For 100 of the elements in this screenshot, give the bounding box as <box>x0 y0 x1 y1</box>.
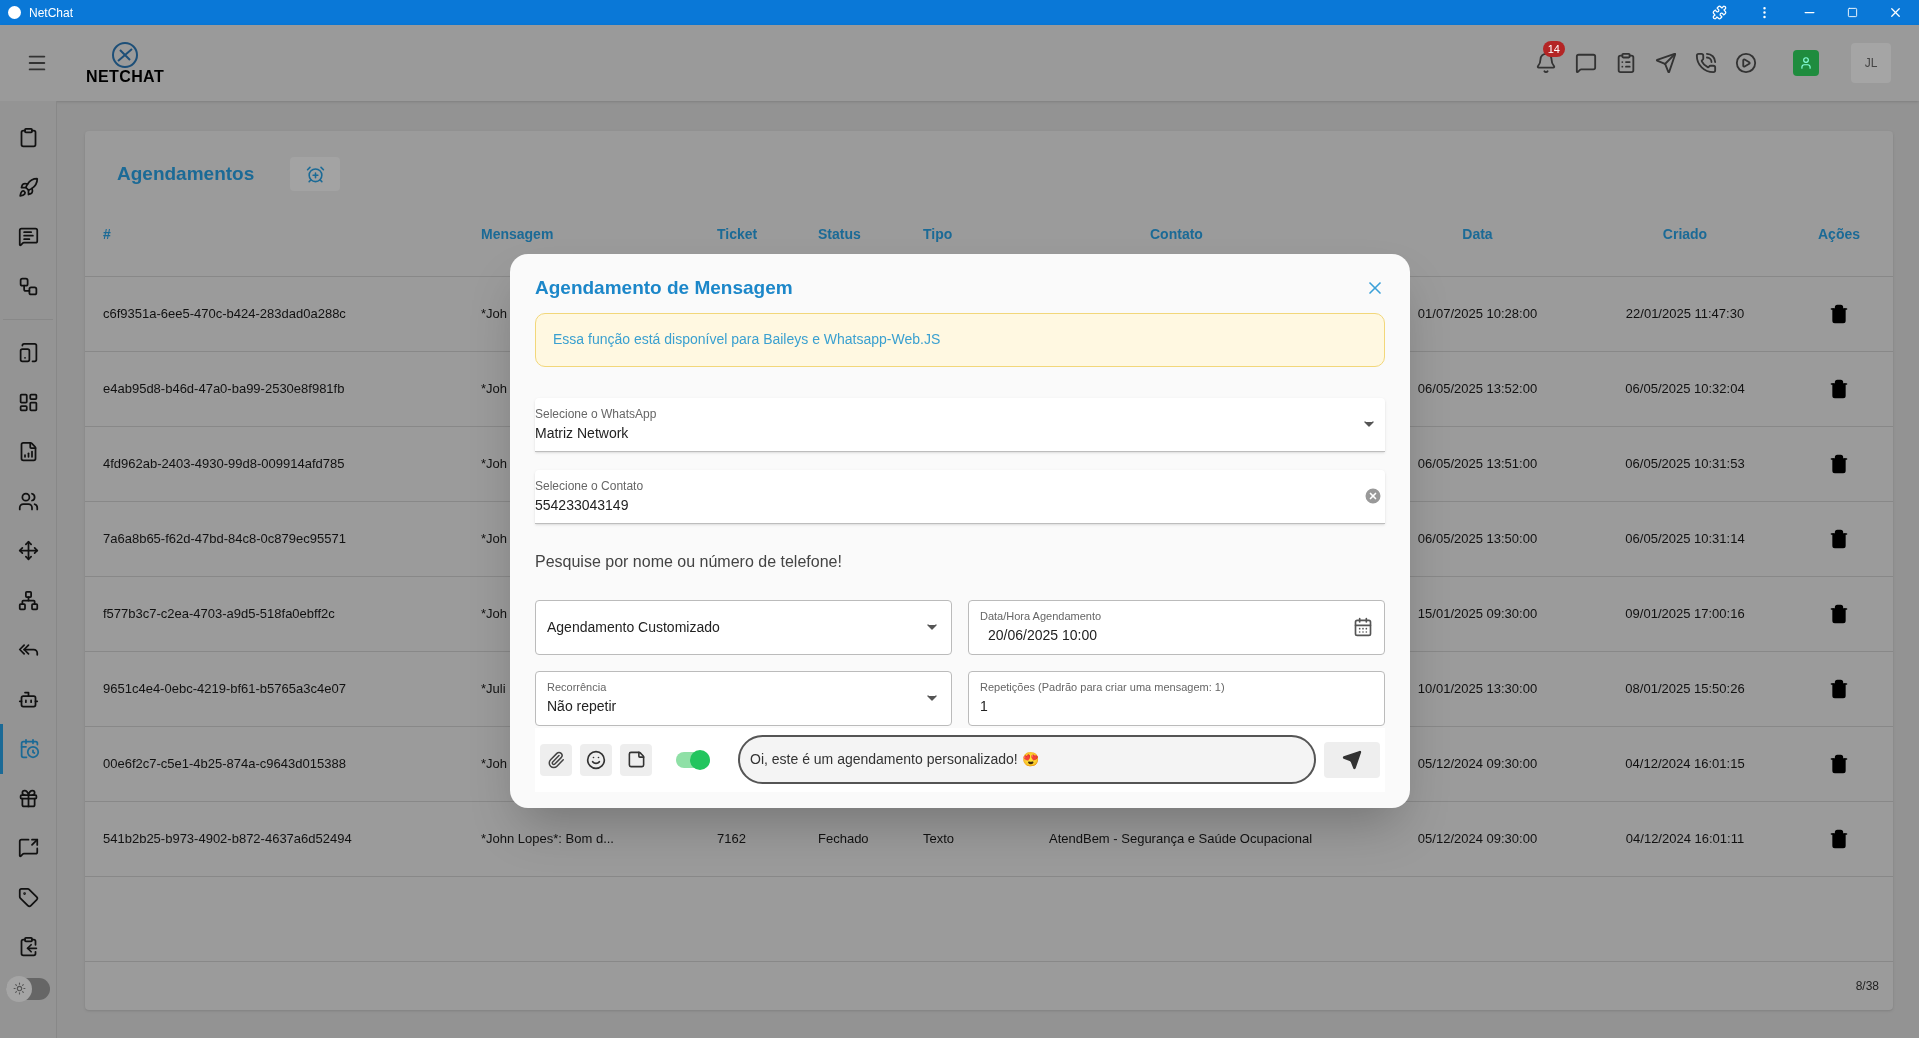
maximize-icon[interactable] <box>1847 7 1858 18</box>
table-cell-text: *Juli <box>481 680 506 699</box>
table-cell-text: 09/01/2025 17:00:16 <box>1625 605 1745 624</box>
note-icon <box>626 750 646 769</box>
delete-icon[interactable] <box>1829 604 1849 624</box>
table-cell-text: 06/05/2025 10:32:04 <box>1625 380 1745 399</box>
column-header: Status <box>818 225 862 244</box>
send-icon[interactable] <box>1655 52 1677 74</box>
column-header: Contato <box>1149 225 1204 244</box>
column-header: Criado <box>1662 225 1708 244</box>
column-header: Tipo <box>923 225 954 244</box>
column-header: Ticket <box>717 225 759 244</box>
bell-icon[interactable] <box>1535 52 1557 74</box>
field-value: Matriz Network <box>535 423 630 443</box>
users-icon <box>17 490 39 512</box>
calendar-icon[interactable] <box>1353 617 1373 637</box>
delete-icon[interactable] <box>1829 454 1849 474</box>
table-cell-text: c6f9351a-6ee5-470c-b424-283dad0a288c <box>103 305 347 324</box>
field-label: Recorrência <box>547 680 608 696</box>
field-label: Selecione o Contato <box>535 477 644 495</box>
field-label: Data/Hora Agendamento <box>980 609 1102 625</box>
attach-button[interactable] <box>540 743 572 776</box>
phone-icon <box>17 342 39 364</box>
table-cell-text: *John Lopes*: Bom d... <box>481 830 614 849</box>
status-button[interactable] <box>1793 50 1819 76</box>
calendar-clock-icon <box>19 738 40 760</box>
send-icon <box>1342 749 1362 770</box>
table-cell-text: *Joh <box>481 605 508 624</box>
field-value: 554233043149 <box>535 495 630 515</box>
schedule-type-select[interactable]: Agendamento Customizado <box>535 599 952 655</box>
network-icon <box>17 589 39 611</box>
datetime-field[interactable]: Data/Hora Agendamento 20/06/2025 10:00 <box>968 599 1385 655</box>
paperclip-icon <box>547 750 565 769</box>
table-cell-text: *Joh <box>481 455 508 474</box>
select-field[interactable]: Selecione o WhatsApp Matriz Network <box>535 397 1385 452</box>
window-title: NetChat <box>29 4 74 22</box>
column-header: Data <box>1462 225 1493 244</box>
gift-icon <box>17 787 39 809</box>
table-cell-text: 00e6f2c7-c5e1-4b25-874a-c9643d015388 <box>103 755 347 774</box>
table-cell-text: f577b3c7-c2ea-4703-a9d5-518fa0ebff2c <box>103 605 336 624</box>
emoji-button[interactable] <box>580 743 612 776</box>
table-cell-text: 7162 <box>717 830 747 849</box>
hint-text: Pesquise por nome ou número de telefone! <box>535 551 843 572</box>
clear-icon[interactable] <box>1363 486 1383 506</box>
logo-text: NETCHAT <box>86 69 165 85</box>
delete-icon[interactable] <box>1829 529 1849 549</box>
delete-icon[interactable] <box>1829 754 1849 774</box>
table-cell-text: 10/01/2025 13:30:00 <box>1417 680 1538 699</box>
table-cell-text: 01/07/2025 10:28:00 <box>1417 305 1538 324</box>
theme-toggle[interactable] <box>6 977 50 1000</box>
logo-icon <box>111 41 140 69</box>
chat-icon[interactable] <box>1575 52 1597 74</box>
toggle-switch[interactable] <box>676 751 710 768</box>
table-cell-text: AtendBem - Segurança e Saúde Ocupacional <box>1049 830 1313 849</box>
dashboard-icon <box>17 391 39 413</box>
notification-badge: 14 <box>1542 41 1565 57</box>
repetitions-field[interactable]: Repetições (Padrão para criar uma mensagem: 1) 1 <box>968 670 1385 726</box>
table-cell-text: 7a6a8b65-f62d-47bd-84c8-0c879ec95571 <box>103 530 347 549</box>
delete-icon[interactable] <box>1829 679 1849 699</box>
table-cell-text: 06/05/2025 10:31:53 <box>1625 455 1745 474</box>
table-cell-text: 9651c4e4-0ebc-4219-bf61-b5765a3c4e07 <box>103 680 347 699</box>
page-title: Agendamentos <box>117 161 255 186</box>
arrows-icon <box>17 540 39 562</box>
table-cell-text: 22/01/2025 11:47:30 <box>1625 305 1745 324</box>
table-cell-text: *Joh <box>481 380 508 399</box>
table-cell-text: 15/01/2025 09:30:00 <box>1417 605 1538 624</box>
delete-icon[interactable] <box>1829 304 1849 324</box>
send-button[interactable] <box>1324 741 1380 778</box>
notice-banner: Essa função está disponível para Baileys e Whatsapp-Web.JS <box>535 312 1385 367</box>
chat-icon <box>17 226 39 248</box>
column-header: # <box>103 225 112 244</box>
extension-icon[interactable] <box>1712 5 1727 20</box>
user-icon <box>1799 56 1813 70</box>
close-icon[interactable] <box>1888 5 1903 20</box>
field-label: Selecione o WhatsApp <box>535 405 657 423</box>
sticker-button[interactable] <box>620 743 652 776</box>
play-icon[interactable] <box>1735 52 1757 74</box>
tag-icon <box>17 886 39 908</box>
table-cell-text: 541b2b25-b973-4902-b872-4637a6d52494 <box>103 830 353 849</box>
clipboard-icon[interactable] <box>1615 52 1637 74</box>
table-cell-text: *Joh <box>481 755 508 774</box>
app-icon <box>8 6 21 19</box>
chat-arrow-icon <box>17 837 39 859</box>
table-cell-text: 4fd962ab-2403-4930-99d8-009914afd785 <box>103 455 346 474</box>
recurrence-select[interactable]: Recorrência Não repetir <box>535 670 952 726</box>
phone-icon[interactable] <box>1695 52 1717 74</box>
delete-icon[interactable] <box>1829 379 1849 399</box>
message-field[interactable]: Oi, este é um agendamento personalizado! 😍 <box>738 735 1316 784</box>
table-cell-text: 04/12/2024 16:01:11 <box>1625 830 1745 849</box>
table-cell-text: Fechado <box>818 830 870 849</box>
table-cell-text: 08/01/2025 15:50:26 <box>1625 680 1745 699</box>
table-cell-text: *Joh <box>481 530 508 549</box>
delete-icon[interactable] <box>1829 829 1849 849</box>
field-value: 20/06/2025 10:00 <box>987 625 1098 645</box>
avatar[interactable]: JL <box>1851 43 1891 83</box>
field-label: Repetições (Padrão para criar uma mensagem: 1) <box>980 680 1226 696</box>
select-field[interactable]: Selecione o Contato 554233043149 <box>535 469 1385 524</box>
table-cell-text: 06/05/2025 13:51:00 <box>1417 455 1538 474</box>
table-cell-text: 05/12/2024 09:30:00 <box>1417 755 1538 774</box>
table-cell-text: 05/12/2024 09:30:00 <box>1417 830 1538 849</box>
